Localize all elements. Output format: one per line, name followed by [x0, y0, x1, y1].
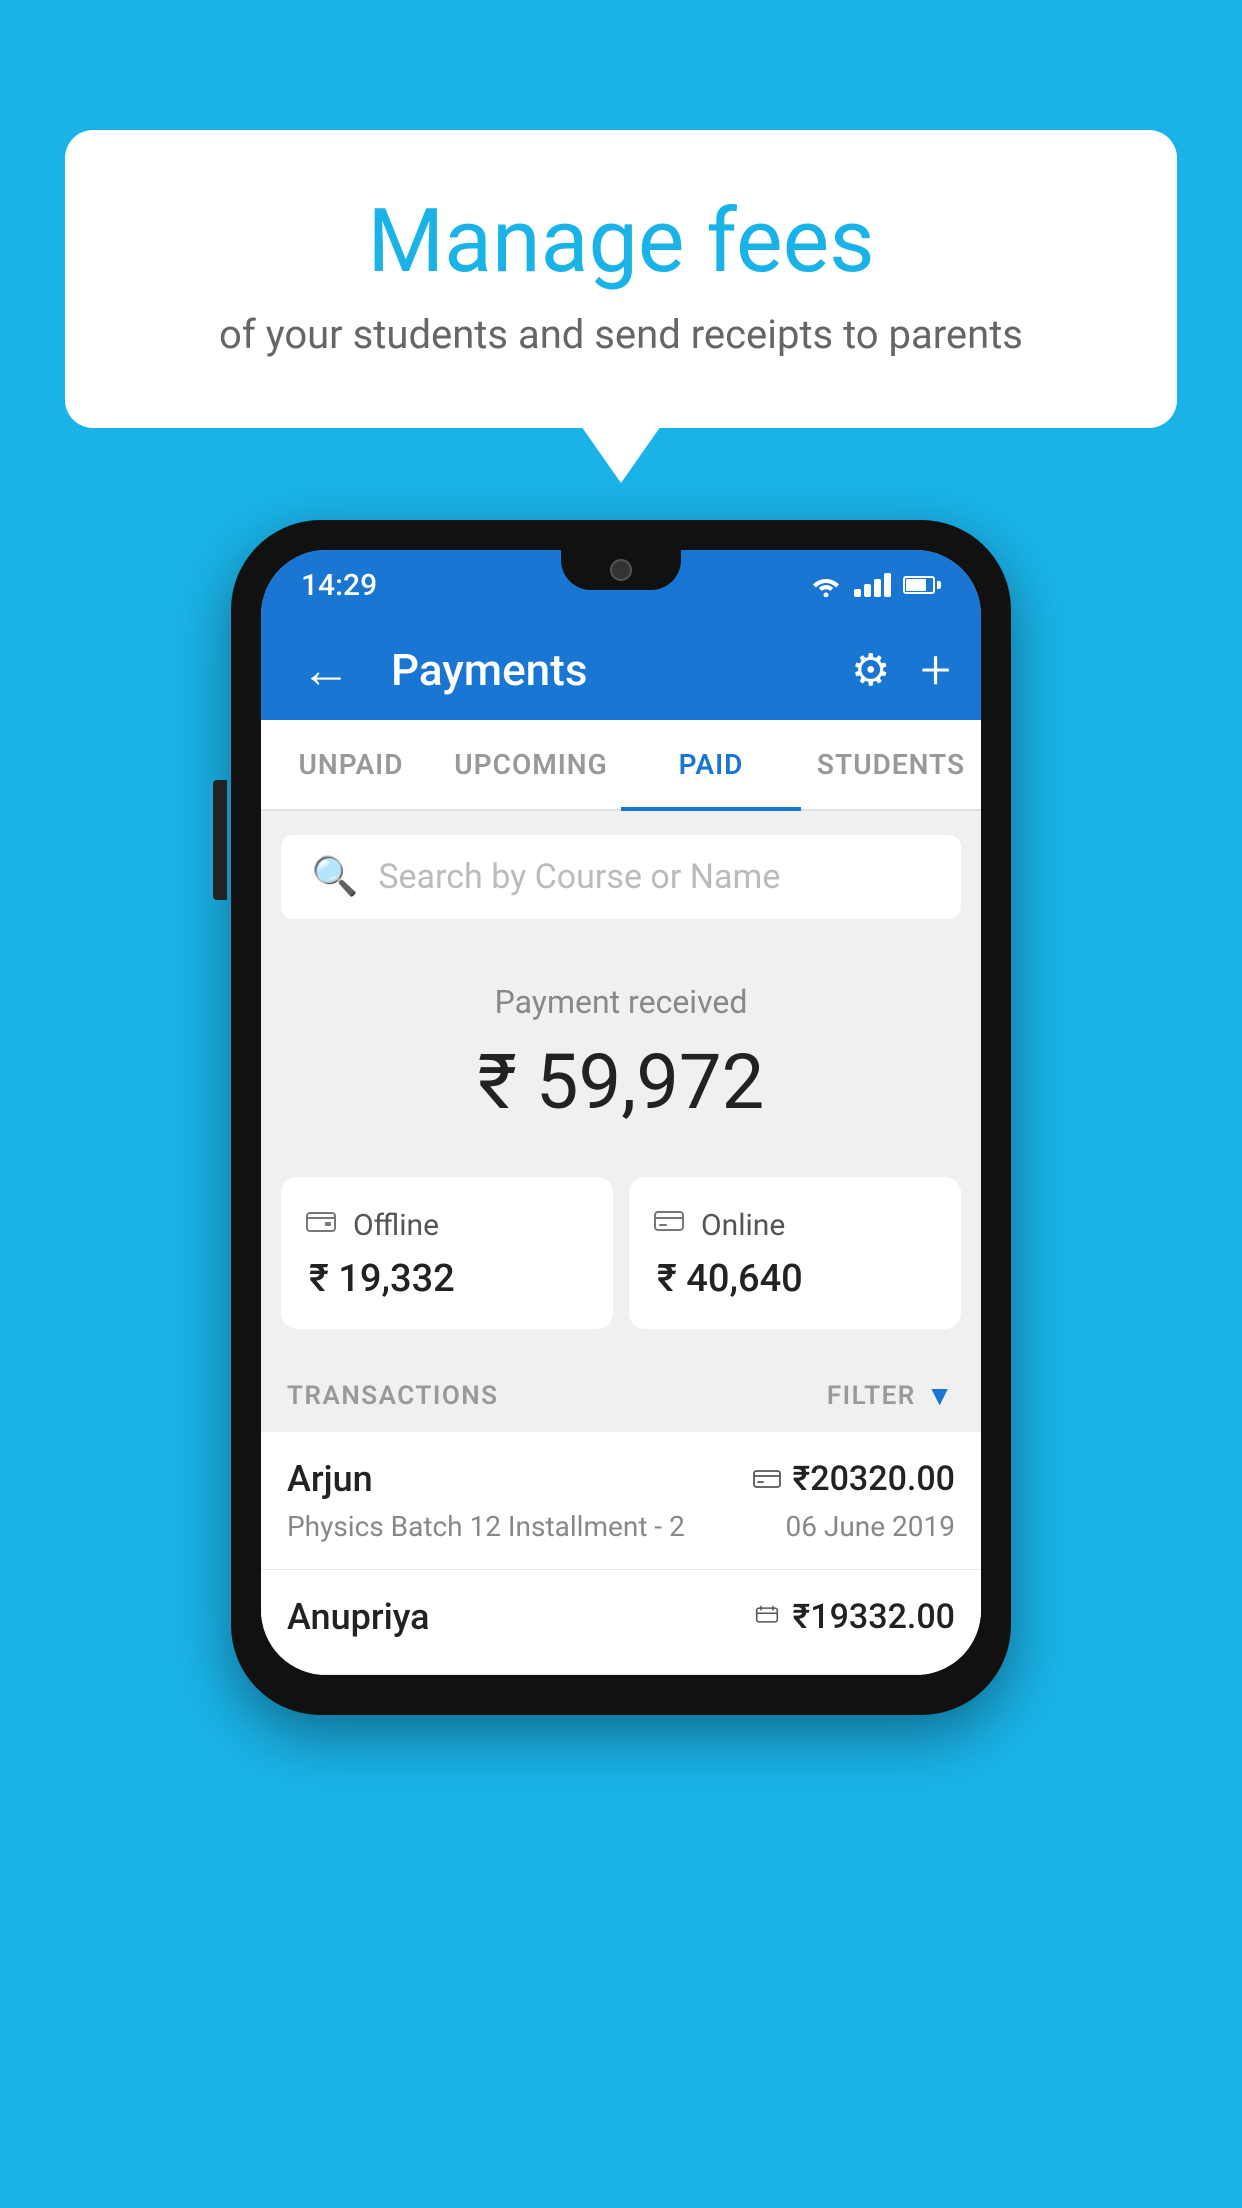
transaction-amount-row-arjun: ₹20320.00: [753, 1459, 955, 1499]
transaction-name-anupriya: Anupriya: [287, 1596, 430, 1638]
toolbar-title: Payments: [391, 644, 831, 696]
payment-received-label: Payment received: [281, 983, 961, 1021]
speech-bubble-title: Manage fees: [145, 190, 1097, 293]
transaction-desc-arjun: Physics Batch 12 Installment - 2: [287, 1510, 685, 1543]
transaction-amount-row-anupriya: ₹19332.00: [753, 1597, 955, 1637]
transaction-date-arjun: 06 June 2019: [785, 1510, 955, 1543]
offline-icon: [305, 1205, 337, 1245]
online-icon: [653, 1205, 685, 1245]
transaction-mode-icon-anupriya: [753, 1601, 781, 1634]
battery-icon: [903, 576, 941, 594]
status-icons: [810, 573, 941, 597]
search-bar[interactable]: 🔍 Search by Course or Name: [281, 835, 961, 919]
signal-icon: [854, 573, 891, 597]
notch: [561, 550, 681, 590]
search-placeholder: Search by Course or Name: [378, 857, 780, 897]
payment-received-section: Payment received ₹ 59,972: [261, 943, 981, 1157]
payment-cards-row: Offline ₹ 19,332: [261, 1157, 981, 1359]
add-icon[interactable]: +: [920, 639, 951, 702]
transaction-top-arjun: Arjun ₹20320.00: [287, 1458, 955, 1500]
back-button[interactable]: ←: [291, 631, 361, 710]
status-time: 14:29: [301, 568, 377, 603]
phone-mockup: 14:29: [231, 520, 1011, 1715]
tabs-bar: UNPAID UPCOMING PAID STUDENTS: [261, 720, 981, 811]
transactions-header: TRANSACTIONS FILTER ▼: [261, 1359, 981, 1432]
transaction-row-anupriya[interactable]: Anupriya ₹19332.00: [261, 1570, 981, 1675]
toolbar-action-icons: ⚙ +: [851, 639, 951, 702]
transactions-label: TRANSACTIONS: [287, 1381, 499, 1411]
transaction-mode-icon-arjun: [753, 1463, 781, 1496]
transaction-amount-arjun: ₹20320.00: [793, 1459, 955, 1499]
transaction-top-anupriya: Anupriya ₹19332.00: [287, 1596, 955, 1638]
online-card: Online ₹ 40,640: [629, 1177, 961, 1329]
content-area: 🔍 Search by Course or Name Payment recei…: [261, 835, 981, 1675]
online-label: Online: [701, 1208, 785, 1243]
offline-label: Offline: [353, 1208, 439, 1243]
payment-received-amount: ₹ 59,972: [281, 1037, 961, 1127]
speech-bubble-subtitle: of your students and send receipts to pa…: [145, 311, 1097, 358]
camera: [610, 559, 632, 581]
phone-frame: 14:29: [231, 520, 1011, 1715]
filter-button[interactable]: FILTER ▼: [827, 1379, 955, 1412]
transaction-name-arjun: Arjun: [287, 1458, 373, 1500]
speech-bubble: Manage fees of your students and send re…: [65, 130, 1177, 428]
phone-screen: 14:29: [261, 550, 981, 1675]
speech-bubble-container: Manage fees of your students and send re…: [65, 130, 1177, 428]
offline-card: Offline ₹ 19,332: [281, 1177, 613, 1329]
wifi-icon: [810, 573, 842, 597]
offline-card-top: Offline: [305, 1205, 589, 1245]
transaction-amount-anupriya: ₹19332.00: [793, 1597, 955, 1637]
search-icon: 🔍: [311, 855, 358, 899]
tab-unpaid[interactable]: UNPAID: [261, 720, 441, 809]
toolbar: ← Payments ⚙ +: [261, 620, 981, 720]
transaction-row-arjun[interactable]: Arjun ₹20320.00: [261, 1432, 981, 1570]
offline-amount: ₹ 19,332: [305, 1257, 589, 1301]
transaction-bottom-arjun: Physics Batch 12 Installment - 2 06 June…: [287, 1510, 955, 1543]
tab-upcoming[interactable]: UPCOMING: [441, 720, 621, 809]
tab-students[interactable]: STUDENTS: [801, 720, 981, 809]
status-bar: 14:29: [261, 550, 981, 620]
online-amount: ₹ 40,640: [653, 1257, 937, 1301]
filter-icon: ▼: [926, 1379, 955, 1412]
settings-icon[interactable]: ⚙: [851, 644, 890, 696]
tab-paid[interactable]: PAID: [621, 720, 801, 809]
online-card-top: Online: [653, 1205, 937, 1245]
